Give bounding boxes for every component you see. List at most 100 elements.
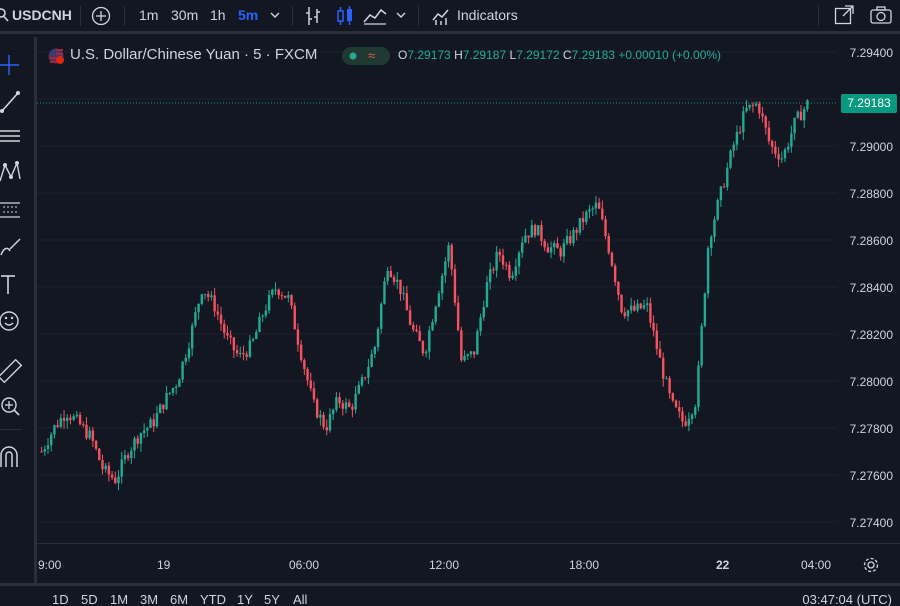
candle-body bbox=[751, 104, 755, 106]
candle-body bbox=[139, 433, 143, 444]
trend-line-icon[interactable] bbox=[0, 87, 28, 115]
ruler-icon[interactable] bbox=[0, 357, 28, 385]
candle-body bbox=[444, 261, 447, 276]
utc-clock[interactable]: 03:47:04 (UTC) bbox=[802, 592, 892, 606]
range-5d[interactable]: 5D bbox=[81, 592, 98, 606]
brush-icon[interactable] bbox=[0, 233, 28, 261]
candle-body bbox=[601, 208, 604, 220]
indicators-icon[interactable] bbox=[432, 6, 452, 26]
divider bbox=[124, 6, 125, 26]
candle-body bbox=[325, 427, 328, 431]
range-5y[interactable]: 5Y bbox=[264, 592, 280, 606]
candle-body bbox=[98, 448, 101, 461]
candle-body bbox=[344, 402, 348, 409]
candle-body bbox=[283, 295, 287, 298]
symbol-search[interactable]: USDCNH bbox=[0, 0, 78, 31]
candle-body bbox=[130, 450, 133, 459]
time-label: 19 bbox=[157, 558, 171, 572]
range-all[interactable]: All bbox=[293, 592, 307, 606]
candle-body bbox=[181, 361, 184, 380]
crosshair-icon[interactable] bbox=[0, 52, 28, 80]
magnet-icon[interactable] bbox=[0, 443, 28, 471]
candle-body bbox=[303, 360, 306, 370]
candle-body bbox=[460, 330, 463, 361]
candle-body bbox=[770, 141, 774, 147]
settings-gear-icon[interactable] bbox=[863, 557, 879, 573]
candle-body bbox=[210, 295, 213, 298]
candle-body bbox=[88, 430, 91, 439]
timeframe-30m[interactable]: 30m bbox=[171, 0, 198, 31]
chart-pane[interactable] bbox=[37, 37, 837, 543]
candle-body bbox=[194, 312, 197, 326]
pattern-tool-icon[interactable] bbox=[0, 159, 28, 187]
horizontal-lines-icon[interactable] bbox=[0, 123, 28, 151]
time-label: 22 bbox=[716, 558, 730, 572]
candle-body bbox=[338, 397, 341, 404]
market-status-badge[interactable]: ≈ bbox=[342, 47, 390, 65]
zoom-in-icon[interactable] bbox=[0, 393, 28, 421]
candle-body bbox=[581, 218, 585, 223]
price-label: 7.28400 bbox=[849, 281, 893, 295]
camera-icon[interactable] bbox=[870, 6, 892, 24]
indicators-button[interactable]: Indicators bbox=[457, 0, 518, 31]
candle-body bbox=[466, 354, 469, 356]
candle-body bbox=[373, 347, 377, 355]
candle-body bbox=[364, 377, 367, 379]
candle-body bbox=[351, 406, 354, 410]
range-3m[interactable]: 3M bbox=[140, 592, 158, 606]
candle-body bbox=[578, 218, 582, 233]
measure-range-icon[interactable] bbox=[0, 197, 28, 225]
candle-body bbox=[668, 378, 671, 394]
candle-body bbox=[761, 113, 764, 117]
candle-body bbox=[216, 311, 220, 315]
candle-body bbox=[187, 348, 191, 359]
status-dot-icon bbox=[349, 52, 357, 60]
candle-body bbox=[94, 440, 98, 449]
candle-body bbox=[85, 424, 88, 439]
time-label: 12:00 bbox=[429, 558, 460, 572]
candle-body bbox=[780, 158, 783, 160]
candle-body bbox=[501, 255, 505, 265]
range-6m[interactable]: 6M bbox=[170, 592, 188, 606]
candlestick-chart[interactable] bbox=[37, 37, 837, 543]
open-value: 7.29173 bbox=[407, 48, 451, 62]
range-ytd[interactable]: YTD bbox=[200, 592, 226, 606]
divider bbox=[818, 6, 819, 26]
add-symbol-icon[interactable] bbox=[91, 6, 111, 26]
candle-body bbox=[521, 242, 524, 253]
text-tool-icon[interactable] bbox=[0, 271, 28, 299]
candle-body bbox=[424, 351, 428, 354]
candle-body bbox=[389, 270, 393, 277]
candle-body bbox=[312, 388, 316, 400]
candle-body bbox=[620, 294, 623, 313]
candle-body bbox=[726, 167, 729, 188]
range-1d[interactable]: 1D bbox=[52, 592, 69, 606]
fullscreen-icon[interactable] bbox=[834, 5, 854, 25]
bar-chart-type-icon[interactable] bbox=[304, 5, 322, 27]
candle-body bbox=[412, 324, 415, 330]
candles-chart-type-icon[interactable] bbox=[336, 5, 354, 27]
timeframe-1m[interactable]: 1m bbox=[139, 0, 158, 31]
candle-body bbox=[133, 438, 136, 451]
chevron-down-icon[interactable] bbox=[396, 11, 406, 19]
candle-body bbox=[287, 295, 290, 298]
candle-body bbox=[203, 294, 207, 296]
candle-body bbox=[162, 404, 165, 410]
candle-body bbox=[710, 236, 713, 249]
area-chart-type-icon[interactable] bbox=[363, 7, 387, 25]
chevron-down-icon[interactable] bbox=[270, 11, 280, 19]
timeframe-1h[interactable]: 1h bbox=[210, 0, 226, 31]
candle-body bbox=[213, 295, 216, 312]
timeframe-5m[interactable]: 5m bbox=[238, 0, 258, 31]
candle-body bbox=[767, 127, 771, 142]
candle-body bbox=[178, 379, 181, 387]
range-1m[interactable]: 1M bbox=[110, 592, 128, 606]
close-value: 7.29183 bbox=[571, 48, 615, 62]
candle-body bbox=[629, 305, 633, 311]
candle-body bbox=[245, 354, 248, 357]
time-axis[interactable]: 9:00 19 06:00 12:00 18:00 22 04:00 bbox=[37, 543, 900, 583]
candle-body bbox=[114, 477, 117, 484]
emoji-icon[interactable] bbox=[0, 307, 28, 335]
candle-body bbox=[264, 310, 268, 316]
range-1y[interactable]: 1Y bbox=[237, 592, 253, 606]
